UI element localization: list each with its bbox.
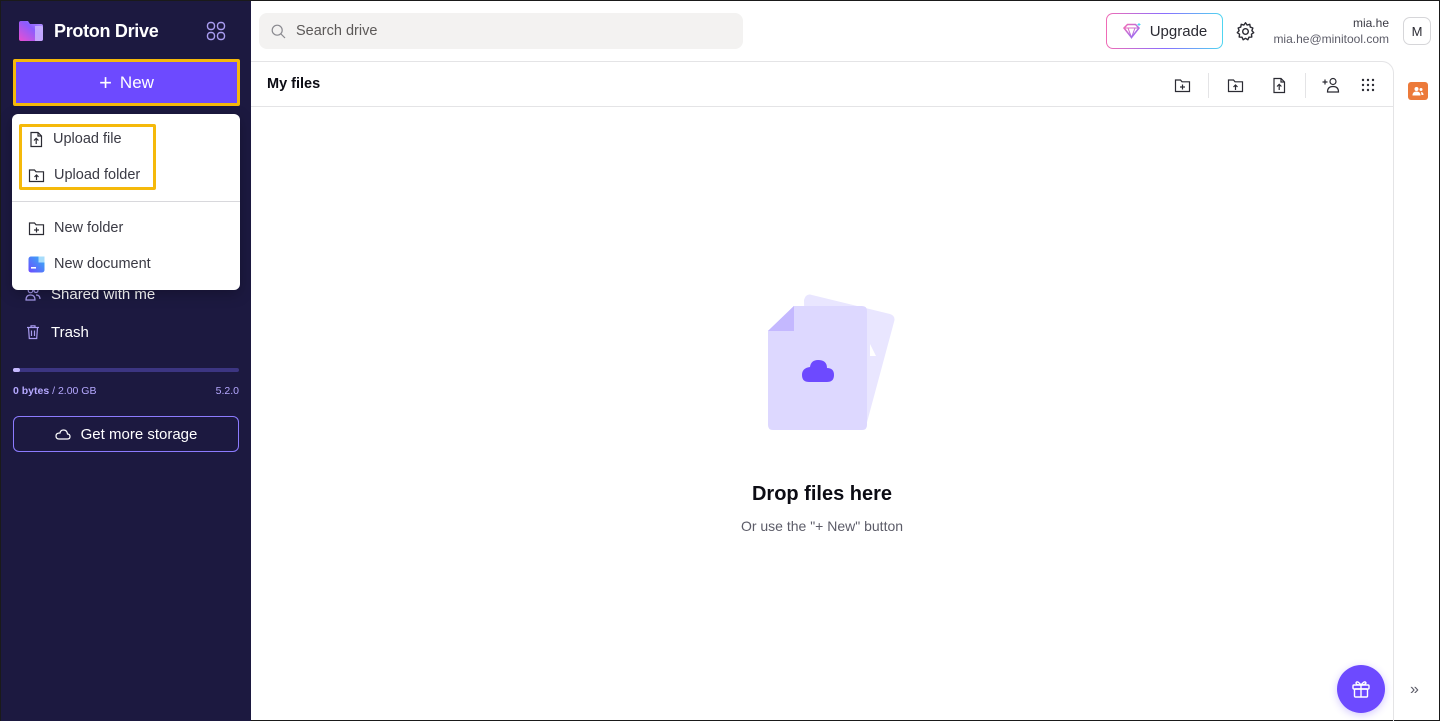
cloud-icon	[55, 429, 71, 440]
brand-name: Proton Drive	[54, 20, 159, 41]
toolbar-layout-button[interactable]	[1358, 75, 1378, 95]
menu-item-new-document[interactable]: New document	[28, 253, 151, 275]
toolbar-divider	[1305, 73, 1306, 98]
contacts-icon	[1412, 87, 1424, 96]
proton-drive-logo-icon	[19, 21, 43, 41]
empty-state-title: Drop files here	[751, 483, 893, 505]
empty-files-illustration	[768, 294, 895, 430]
storage-progress-bar	[13, 368, 239, 372]
menu-item-label: Upload file	[53, 131, 122, 147]
user-plus-icon	[1322, 77, 1340, 93]
empty-state-subtitle: Or use the "+ New" button	[740, 518, 904, 534]
toolbar-upload-file-button[interactable]	[1269, 75, 1289, 95]
upgrade-button[interactable]: Upgrade	[1106, 13, 1223, 49]
diamond-icon	[1122, 23, 1141, 39]
menu-item-upload-file[interactable]: Upload file	[28, 128, 122, 150]
main-header: My files	[251, 62, 1393, 107]
storage-separator: /	[49, 385, 58, 397]
folder-upload-icon	[1227, 78, 1243, 92]
toolbar-divider	[1208, 73, 1209, 98]
get-more-storage-label: Get more storage	[80, 425, 198, 443]
new-dropdown-menu: Upload file Upload folder New folder New…	[12, 114, 240, 290]
grid-dots-icon	[1361, 78, 1375, 92]
page-title: My files	[267, 76, 321, 92]
get-more-storage-button[interactable]: Get more storage	[13, 416, 239, 452]
sidebar-item-trash[interactable]: Trash	[25, 320, 89, 344]
new-button-label: New	[119, 72, 154, 92]
apps-grid-icon[interactable]	[206, 21, 226, 41]
upgrade-label: Upgrade	[1149, 22, 1208, 40]
sidebar: Proton Drive + New Shared with me Trash …	[1, 1, 251, 721]
app-version: 5.2.0	[215, 385, 239, 397]
contacts-app-button[interactable]	[1408, 82, 1428, 100]
trash-icon	[27, 325, 39, 340]
file-upload-icon	[30, 131, 43, 147]
file-upload-icon	[1273, 77, 1286, 93]
folder-plus-icon	[1174, 78, 1190, 92]
storage-usage-text: 0 bytes / 2.00 GB	[13, 385, 96, 397]
main-panel: My files Drop files here Or use the "+ N…	[251, 61, 1394, 721]
menu-item-label: New document	[54, 256, 151, 272]
folder-plus-icon	[28, 221, 45, 235]
menu-item-new-folder[interactable]: New folder	[28, 217, 123, 239]
storage-progress-fill	[13, 368, 20, 372]
settings-gear-icon[interactable]	[1235, 21, 1256, 42]
gift-icon	[1352, 681, 1370, 698]
menu-item-upload-folder[interactable]: Upload folder	[28, 164, 140, 186]
user-email: mia.he@minitool.com	[1273, 32, 1389, 46]
plus-icon: +	[99, 69, 112, 95]
storage-total: 2.00 GB	[57, 385, 97, 397]
toolbar-upload-folder-button[interactable]	[1225, 75, 1245, 95]
sidebar-item-label: Trash	[51, 323, 89, 341]
new-button[interactable]: + New	[13, 59, 240, 106]
user-avatar[interactable]: M	[1403, 17, 1431, 45]
search-input[interactable]	[296, 23, 716, 39]
toolbar-share-button[interactable]	[1321, 75, 1341, 95]
toolbar-new-folder-button[interactable]	[1172, 75, 1192, 95]
storage-used: 0 bytes	[13, 385, 50, 397]
expand-sidebar-icon[interactable]: »	[1410, 681, 1419, 699]
document-icon	[28, 256, 45, 272]
menu-item-label: Upload folder	[54, 167, 141, 183]
user-name: mia.he	[1352, 16, 1389, 30]
menu-divider	[12, 201, 240, 202]
folder-upload-icon	[28, 168, 45, 182]
search-icon	[271, 24, 286, 38]
search-bar[interactable]	[259, 13, 743, 49]
gift-button[interactable]	[1337, 665, 1385, 713]
menu-item-label: New folder	[54, 220, 124, 236]
brand[interactable]: Proton Drive	[17, 18, 159, 44]
